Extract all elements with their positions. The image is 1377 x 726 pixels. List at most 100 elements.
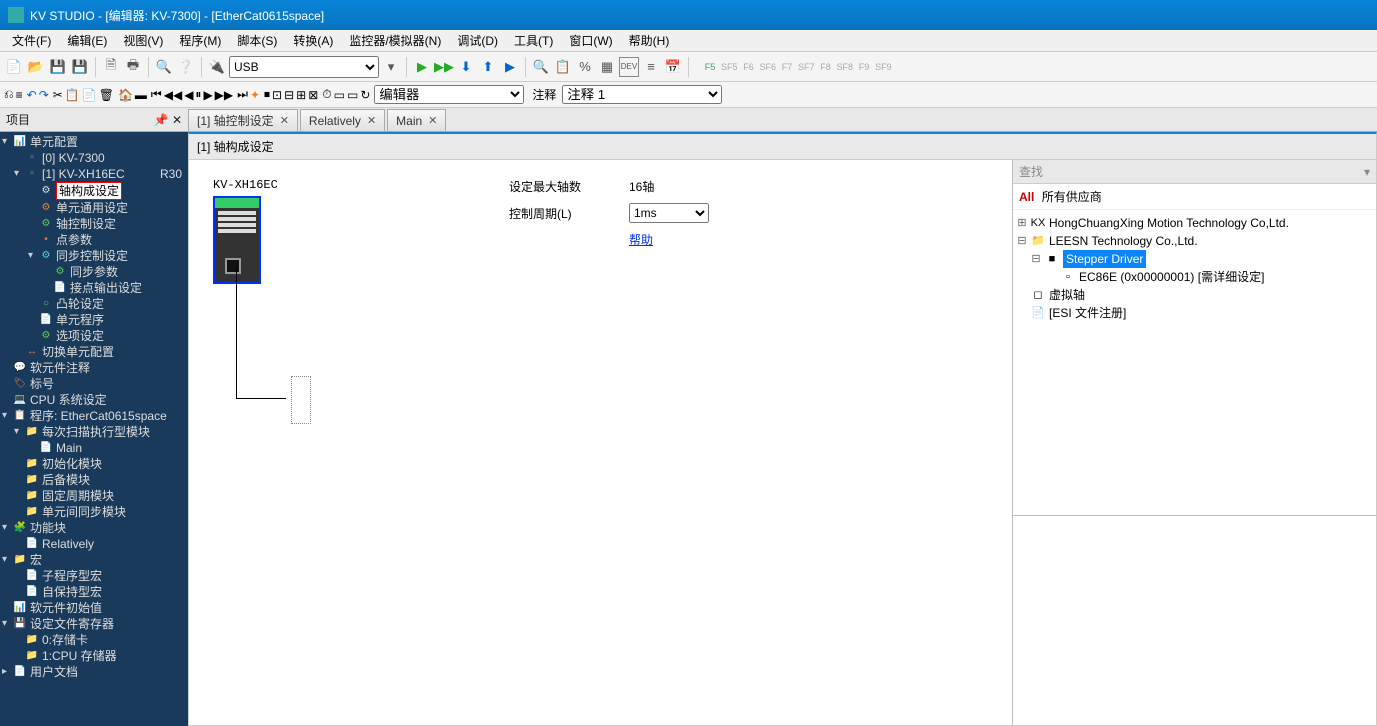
vendor-tree[interactable]: ⊞KXHongChuangXing Motion Technology Co,L…	[1013, 210, 1376, 515]
help-btn[interactable]: ❔	[176, 57, 196, 77]
delete-btn[interactable]: 🗑	[99, 88, 114, 102]
doc-btn[interactable]: 📋	[553, 57, 573, 77]
tree-twisty-icon[interactable]: ▾	[2, 520, 12, 536]
tree-item[interactable]: 📄自保持型宏	[0, 584, 188, 600]
icon-btn[interactable]: ▭	[334, 88, 345, 102]
redo-btn[interactable]: ↷	[39, 88, 49, 102]
tree-twisty-icon[interactable]: ▾	[2, 552, 12, 568]
find-btn[interactable]: 🔍	[154, 57, 174, 77]
back-btn[interactable]: ◀	[184, 88, 193, 102]
cycle-dropdown[interactable]: 1ms	[629, 203, 709, 223]
bar-btn[interactable]: ▬	[135, 88, 147, 102]
tree-item[interactable]: ⚙轴控制设定	[0, 216, 188, 232]
tree-item[interactable]: 📊软元件初始值	[0, 600, 188, 616]
vendor-tree-item[interactable]: 📄[ESI 文件注册]	[1015, 304, 1374, 322]
tree-twisty-icon[interactable]: ▸	[2, 664, 12, 680]
tree-item[interactable]: 📄Main	[0, 440, 188, 456]
menu-item[interactable]: 帮助(H)	[621, 30, 678, 51]
vendor-twisty-icon[interactable]: ⊞	[1017, 214, 1027, 232]
vendor-tree-item[interactable]: ◻虚拟轴	[1015, 286, 1374, 304]
tree-item[interactable]: 📁1:CPU 存储器	[0, 648, 188, 664]
transfer-down-btn[interactable]: ⬇	[456, 57, 476, 77]
stop-btn[interactable]: ⏹	[264, 87, 270, 102]
grid-btn[interactable]: ▦	[597, 57, 617, 77]
tree-item[interactable]: ⚙同步参数	[0, 264, 188, 280]
menu-item[interactable]: 视图(V)	[115, 30, 171, 51]
tree-item[interactable]: 📄子程序型宏	[0, 568, 188, 584]
mode-dropdown[interactable]: 编辑器	[374, 85, 524, 104]
tab-close-icon[interactable]: ✕	[367, 114, 376, 127]
tab-close-icon[interactable]: ✕	[428, 114, 437, 127]
vendor-tree-item[interactable]: ⊟📁LEESN Technology Co.,Ltd.	[1015, 232, 1374, 250]
tree-item[interactable]: ▸📄用户文档	[0, 664, 188, 680]
home-btn[interactable]: 🏠	[118, 88, 133, 102]
b4-btn[interactable]: ⊠	[308, 88, 318, 102]
menu-item[interactable]: 监控器/模拟器(N)	[341, 30, 449, 51]
tree-item[interactable]: ▾📋程序: EtherCat0615space	[0, 408, 188, 424]
tree-item[interactable]: ▫[0] KV-7300	[0, 150, 188, 166]
undo-btn[interactable]: ↶	[27, 88, 37, 102]
document-tab[interactable]: Main✕	[387, 109, 446, 131]
tree-item[interactable]: 📄单元程序	[0, 312, 188, 328]
tree-item[interactable]: ▾📁宏	[0, 552, 188, 568]
copy-btn[interactable]: 📋	[65, 88, 80, 102]
transfer-up-btn[interactable]: ⬆	[478, 57, 498, 77]
tree-item[interactable]: 📁固定周期模块	[0, 488, 188, 504]
save-btn[interactable]: 💾	[48, 57, 68, 77]
empty-slot[interactable]	[291, 376, 311, 424]
comment-dropdown[interactable]: 注释 1	[562, 85, 722, 104]
dev-icon[interactable]: DEV	[619, 57, 639, 77]
cal-btn[interactable]: ≡	[641, 57, 661, 77]
tree-item[interactable]: ▾🧩功能块	[0, 520, 188, 536]
calendar-btn[interactable]: 📅	[663, 57, 683, 77]
tree-twisty-icon[interactable]: ▾	[28, 248, 38, 264]
menu-item[interactable]: 转换(A)	[285, 30, 341, 51]
pin-icon[interactable]: 📌	[154, 113, 169, 127]
b3-btn[interactable]: ⊞	[296, 88, 306, 102]
star-btn[interactable]: ✦	[250, 88, 260, 102]
cut-btn[interactable]: ✂	[53, 88, 63, 102]
tab-close-icon[interactable]: ✕	[280, 114, 289, 127]
vendor-tree-item[interactable]: ⊞KXHongChuangXing Motion Technology Co,L…	[1015, 214, 1374, 232]
tree-twisty-icon[interactable]: ▾	[14, 424, 24, 440]
tree-twisty-icon[interactable]: ▾	[2, 616, 12, 632]
menu-item[interactable]: 文件(F)	[4, 30, 59, 51]
menu-item[interactable]: 脚本(S)	[229, 30, 285, 51]
tree-item[interactable]: ⚙单元通用设定	[0, 200, 188, 216]
config-canvas[interactable]: KV-XH16EC 设定最大轴数 16轴	[189, 160, 1012, 725]
tree-item[interactable]: ⚙选项设定	[0, 328, 188, 344]
tree-item[interactable]: ▾⚙同步控制设定	[0, 248, 188, 264]
menu-item[interactable]: 工具(T)	[506, 30, 561, 51]
b2-btn[interactable]: ⊟	[284, 88, 294, 102]
save-all-btn[interactable]: 💾	[70, 57, 90, 77]
timer-btn[interactable]: ⏱	[322, 87, 331, 102]
tree-item[interactable]: 📁单元间同步模块	[0, 504, 188, 520]
help-link[interactable]: 帮助	[629, 231, 653, 248]
t2-b2[interactable]: ≡	[16, 88, 23, 102]
fwd-btn[interactable]: ▶	[203, 88, 212, 102]
menu-item[interactable]: 调试(D)	[449, 30, 506, 51]
menu-item[interactable]: 窗口(W)	[561, 30, 620, 51]
run-btn[interactable]: ▶	[412, 57, 432, 77]
t2-b1[interactable]: ⎌	[4, 87, 14, 102]
vendor-tree-item[interactable]: ▫EC86E (0x00000001) [需详细设定]	[1015, 268, 1374, 286]
tree-twisty-icon[interactable]: ▾	[2, 408, 12, 424]
tree-item[interactable]: ▾💾设定文件寄存器	[0, 616, 188, 632]
vendor-twisty-icon[interactable]: ⊟	[1031, 250, 1041, 268]
rev-btn[interactable]: ◀◀	[164, 88, 182, 102]
device-module[interactable]	[213, 196, 261, 284]
percent-btn[interactable]: %	[575, 57, 595, 77]
tree-item[interactable]: 📁初始化模块	[0, 456, 188, 472]
document-tab[interactable]: [1] 轴控制设定✕	[188, 109, 298, 131]
menu-item[interactable]: 程序(M)	[171, 30, 229, 51]
tree-item[interactable]: ▾📊单元配置	[0, 134, 188, 150]
tree-item[interactable]: 📁0:存储卡	[0, 632, 188, 648]
tree-item[interactable]: ▾▫[1] KV-XH16EC R30	[0, 166, 188, 182]
pause-btn[interactable]: ⏸	[195, 87, 201, 102]
tree-item[interactable]: 💻CPU 系统设定	[0, 392, 188, 408]
tree-twisty-icon[interactable]: ▾	[2, 134, 12, 150]
tree-item[interactable]: 💬软元件注释	[0, 360, 188, 376]
vendor-tree-item[interactable]: ⊟■Stepper Driver	[1015, 250, 1374, 268]
chevron-down-icon[interactable]: ▾	[1364, 165, 1370, 179]
new-btn[interactable]: 📄	[4, 57, 24, 77]
